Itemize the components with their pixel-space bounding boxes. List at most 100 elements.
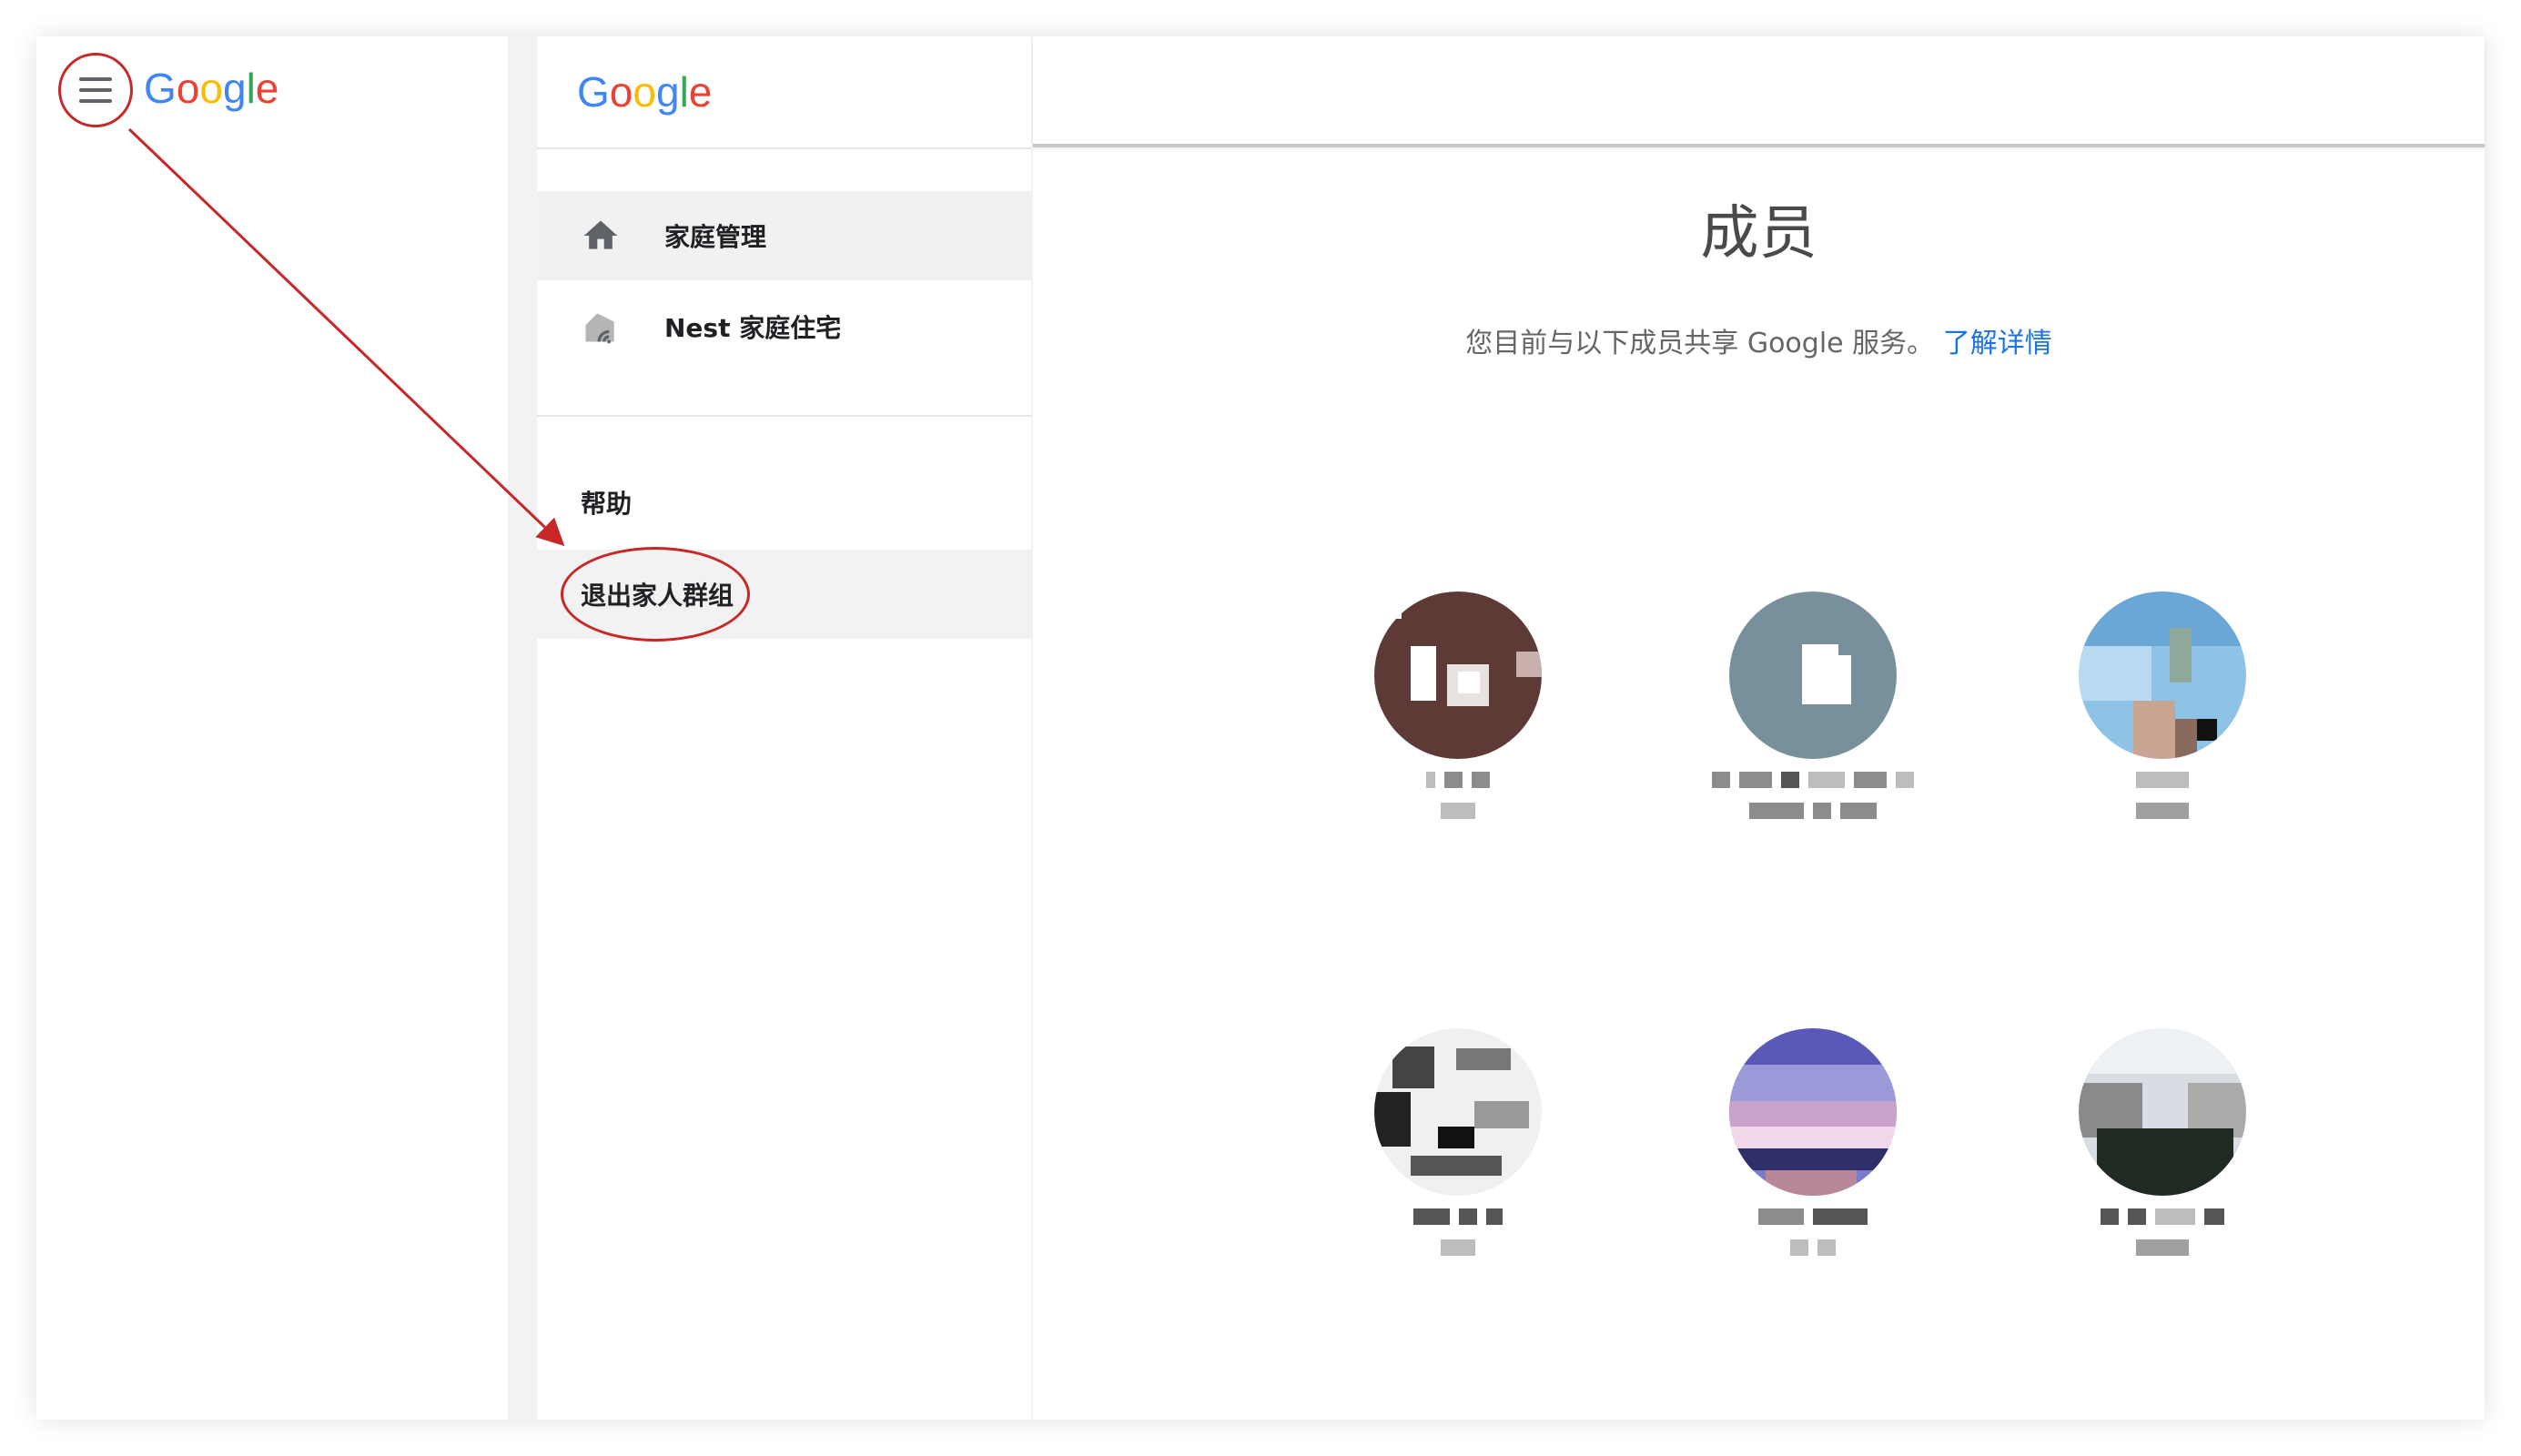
avatar-pixel	[1729, 1148, 1897, 1170]
nav-item-nest-home[interactable]: Nest 家庭住宅	[537, 282, 1031, 371]
avatar-pixel	[1374, 592, 1402, 619]
avatar-pixel	[1838, 655, 1851, 704]
learn-more-link[interactable]: 了解详情	[1943, 328, 2052, 359]
logo-letter: e	[688, 68, 713, 116]
redacted-block	[2136, 803, 2189, 819]
avatar-pixel	[1516, 652, 1542, 677]
member-card[interactable]	[1676, 1028, 1949, 1258]
left-page	[36, 36, 508, 1420]
annotation-circle-leave	[561, 547, 750, 642]
top-app-bar	[1033, 36, 2485, 147]
member-avatar	[1374, 592, 1542, 759]
member-email-redacted	[1676, 803, 1949, 821]
member-name-redacted	[1321, 772, 1595, 790]
avatar-pixel	[2079, 1028, 2246, 1074]
page-title: 成员	[1700, 200, 1817, 268]
member-avatar	[1374, 1028, 1542, 1196]
drawer-google-logo: Google	[577, 67, 712, 116]
redacted-block	[2101, 1208, 2119, 1225]
logo-letter: g	[655, 68, 680, 116]
avatar-pixel	[1392, 1046, 1434, 1088]
member-avatar	[2079, 1028, 2246, 1196]
redacted-block	[1758, 1208, 1804, 1225]
member-email-redacted	[1321, 803, 1595, 821]
member-name-redacted	[1676, 1208, 1949, 1227]
google-logo: Google	[144, 64, 278, 113]
avatar-pixel	[2175, 719, 2197, 759]
redacted-block	[1896, 772, 1914, 788]
logo-letter: g	[222, 65, 247, 112]
nav-item-help[interactable]: 帮助	[537, 459, 1031, 546]
annotation-circle-menu	[58, 53, 133, 127]
redacted-block	[2204, 1208, 2224, 1225]
redacted-block	[1413, 1208, 1450, 1225]
logo-letter: G	[144, 65, 177, 112]
screenshot-stage: Google Google 家庭管理 Nest 家庭住宅 帮助 退出家人群组 成…	[0, 0, 2521, 1456]
home-icon	[583, 220, 618, 249]
logo-letter: o	[633, 68, 656, 116]
drawer-divider	[537, 147, 1031, 149]
avatar-pixel	[1729, 1127, 1897, 1148]
redacted-block	[1854, 772, 1887, 788]
member-email-redacted	[2026, 803, 2299, 821]
redacted-block	[1749, 803, 1804, 819]
redacted-block	[2155, 1208, 2195, 1225]
logo-letter: l	[679, 68, 689, 116]
member-name-redacted	[2026, 1208, 2299, 1227]
member-card[interactable]	[2026, 1028, 2299, 1258]
redacted-block	[1712, 772, 1730, 788]
nav-item-label: Nest 家庭住宅	[664, 313, 842, 343]
member-card[interactable]	[1676, 592, 1949, 821]
avatar-pixel	[1411, 646, 1436, 701]
subtitle-text: 您目前与以下成员共享 Google 服务。	[1465, 328, 1935, 359]
redacted-block	[1808, 772, 1845, 788]
redacted-block	[1444, 772, 1463, 788]
logo-letter: e	[255, 65, 279, 112]
nest-home-icon	[585, 313, 614, 344]
avatar-pixel	[1456, 1048, 1511, 1070]
logo-letter: l	[246, 65, 256, 112]
member-name-redacted	[2026, 772, 2299, 790]
avatar-pixel	[1729, 1101, 1897, 1127]
avatar-pixel	[2170, 628, 2192, 682]
redacted-block	[1840, 803, 1877, 819]
redacted-block	[1441, 1239, 1475, 1256]
avatar-pixel	[1411, 1156, 1502, 1176]
redacted-block	[1441, 803, 1475, 819]
page-subtitle: 您目前与以下成员共享 Google 服务。 了解详情	[1033, 320, 2485, 360]
avatar-pixel	[1766, 1170, 1857, 1196]
avatar-pixel	[1374, 1092, 1411, 1147]
member-card[interactable]	[1321, 1028, 1595, 1258]
logo-letter: o	[199, 65, 223, 112]
redacted-block	[1426, 772, 1435, 788]
drawer-divider	[537, 415, 1031, 417]
avatar-pixel	[2079, 646, 2151, 701]
avatar-pixel	[2097, 1128, 2233, 1196]
redacted-block	[1813, 803, 1831, 819]
avatar-pixel	[1729, 1028, 1897, 1065]
member-card[interactable]	[1321, 592, 1595, 821]
member-name-redacted	[1676, 772, 1949, 790]
avatar-pixel	[1802, 644, 1838, 704]
redacted-block	[1781, 772, 1799, 788]
nav-item-label: 帮助	[581, 489, 633, 519]
member-avatar	[2079, 592, 2246, 759]
redacted-block	[1486, 1208, 1503, 1225]
logo-letter: o	[609, 68, 633, 116]
logo-letter: o	[176, 65, 200, 112]
redacted-block	[1813, 1208, 1868, 1225]
avatar-pixel	[1438, 1127, 1474, 1148]
redacted-block	[2136, 772, 2189, 788]
avatar-pixel	[2133, 701, 2175, 759]
avatar-pixel	[2197, 719, 2217, 741]
member-name-redacted	[1321, 1208, 1595, 1227]
redacted-block	[2128, 1208, 2146, 1225]
logo-letter: G	[577, 68, 610, 116]
member-card[interactable]	[2026, 592, 2299, 821]
avatar-pixel	[1474, 1101, 1529, 1128]
member-email-redacted	[1676, 1239, 1949, 1258]
member-email-redacted	[1321, 1239, 1595, 1258]
member-avatar	[1729, 592, 1897, 759]
nav-item-family-management[interactable]: 家庭管理	[537, 191, 1031, 280]
member-avatar	[1729, 1028, 1897, 1196]
